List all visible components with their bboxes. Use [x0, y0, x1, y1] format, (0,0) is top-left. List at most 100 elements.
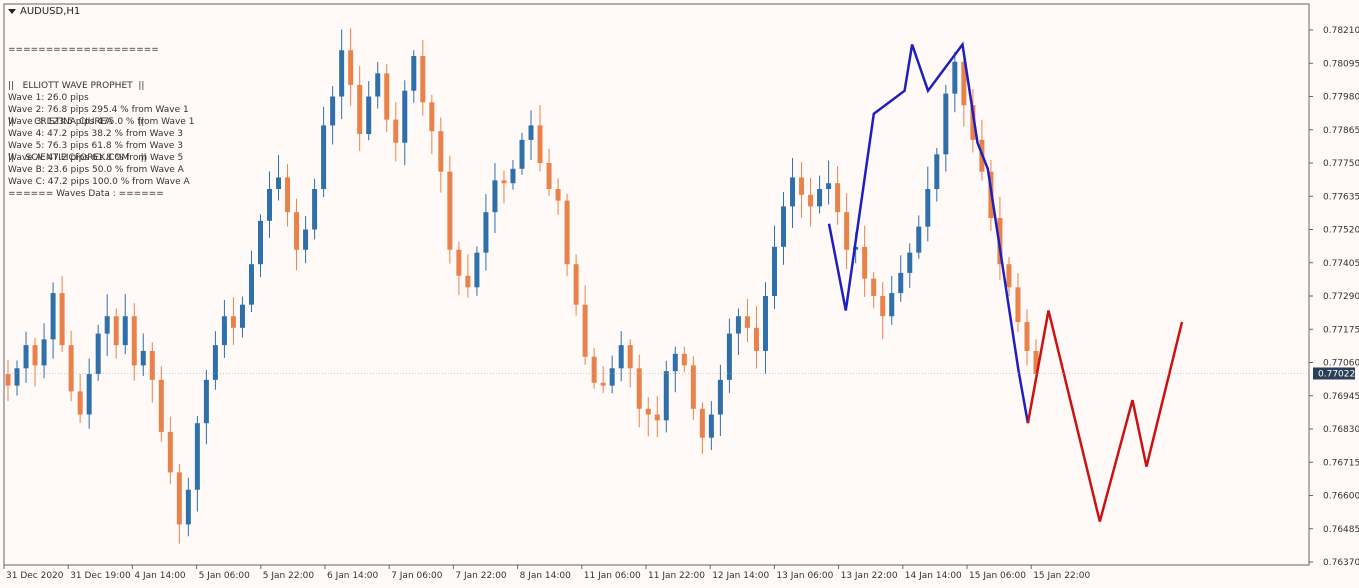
y-tick-label: 0.76715 — [1323, 458, 1359, 468]
candle — [411, 50, 417, 103]
candle — [176, 463, 182, 544]
y-tick-label: 0.77865 — [1323, 126, 1359, 136]
y-tick-label: 0.76830 — [1323, 425, 1359, 435]
candle-body — [744, 316, 750, 328]
candle-body — [221, 316, 227, 346]
candle-body — [321, 125, 327, 190]
chart-window[interactable]: 0.78210 0.78095 0.77980 0.77865 0.77750 0.776… — [0, 0, 1359, 584]
x-tick-label: 13 Jan 06:00 — [776, 571, 833, 581]
candle — [1024, 309, 1030, 366]
candle-body — [32, 345, 38, 366]
candle-body — [402, 90, 408, 143]
candle — [591, 348, 597, 389]
candle-body — [799, 177, 805, 195]
candle — [267, 171, 273, 238]
candle-body — [1024, 322, 1030, 351]
candle — [447, 155, 453, 264]
symbol-label: AUDUSD,H1 — [20, 6, 81, 17]
x-tick-label: 11 Jan 06:00 — [584, 571, 641, 581]
y-tick-label: 0.77750 — [1323, 159, 1359, 169]
candle — [844, 193, 850, 270]
candle — [934, 147, 940, 202]
candle-body — [925, 189, 931, 227]
candle — [420, 40, 426, 116]
candle-body — [943, 93, 949, 155]
candle-body — [762, 296, 768, 351]
candle-body — [781, 206, 787, 247]
candle — [41, 323, 47, 379]
candle — [86, 358, 92, 429]
candle-body — [871, 278, 877, 296]
candle-body — [140, 350, 146, 366]
y-tick-label: 0.76600 — [1323, 492, 1359, 502]
candle — [690, 356, 696, 420]
candle-body — [86, 374, 92, 415]
candle — [321, 106, 327, 198]
x-tick-label: 7 Jan 22:00 — [455, 571, 507, 581]
y-tick-label: 0.77980 — [1323, 93, 1359, 103]
candle-body — [627, 345, 633, 369]
price-chart[interactable]: 0.78210 0.78095 0.77980 0.77865 0.77750 0.776… — [0, 0, 1359, 584]
wave-item: Wave A: 47.2 pips 61.8 % from Wave 5 — [8, 153, 184, 163]
triangle-down-icon[interactable] — [8, 9, 16, 14]
candle — [871, 271, 877, 309]
candle-body — [294, 212, 300, 250]
candle — [609, 355, 615, 394]
candle — [817, 175, 823, 214]
candle-body — [267, 189, 273, 221]
candle-body — [808, 194, 814, 207]
candle-body — [537, 125, 543, 163]
candle — [465, 254, 471, 298]
candle-body — [456, 249, 462, 276]
symbol-bar[interactable]: AUDUSD,H1 — [8, 6, 80, 17]
candle — [537, 105, 543, 172]
current-price-label: 0.77022 — [1318, 369, 1355, 379]
candle-body — [528, 125, 534, 140]
candle — [573, 254, 579, 316]
candle-body — [248, 264, 254, 305]
candle — [753, 306, 759, 369]
y-tick-label: 0.77175 — [1323, 325, 1359, 335]
candle-body — [501, 180, 507, 184]
candle-body — [429, 102, 435, 132]
candle — [717, 364, 723, 437]
candle-body — [158, 379, 164, 432]
candle — [492, 163, 498, 234]
candle-body — [582, 304, 588, 357]
candle — [771, 225, 777, 309]
candle — [699, 402, 705, 454]
candle — [68, 330, 74, 402]
candle-body — [411, 56, 417, 91]
candle-body — [934, 154, 940, 190]
candle — [312, 178, 318, 240]
candle-body — [50, 293, 56, 340]
candle-body — [510, 168, 516, 184]
candle — [429, 94, 435, 155]
time-axis: 31 Dec 2020 31 Dec 19:00 4 Jan 14:00 5 Jan … — [3, 565, 1090, 581]
wave-line — [1026, 310, 1184, 522]
info-line: || ELLIOTT WAVE PROPHET || — [8, 81, 145, 91]
candle — [366, 81, 372, 141]
candle — [131, 303, 137, 381]
wave-item: Wave C: 47.2 pips 100.0 % from Wave A — [8, 177, 190, 187]
candle — [790, 158, 796, 229]
wave-item: Wave 1: 26.0 pips — [8, 93, 89, 103]
candle — [393, 101, 399, 162]
candle — [285, 164, 291, 227]
candle-body — [149, 350, 155, 380]
candle-body — [835, 183, 841, 213]
candle-body — [889, 293, 895, 317]
candle — [357, 66, 363, 151]
candle-body — [203, 379, 209, 424]
candle — [230, 297, 236, 345]
candle-body — [14, 368, 20, 386]
candle — [627, 339, 633, 388]
candle — [122, 293, 128, 355]
candle — [672, 346, 678, 393]
candle-body — [844, 212, 850, 250]
candle — [330, 86, 336, 145]
candle — [1015, 273, 1021, 333]
y-tick-label: 0.76370 — [1323, 558, 1359, 568]
candle-body — [699, 408, 705, 438]
candle-body — [393, 119, 399, 143]
